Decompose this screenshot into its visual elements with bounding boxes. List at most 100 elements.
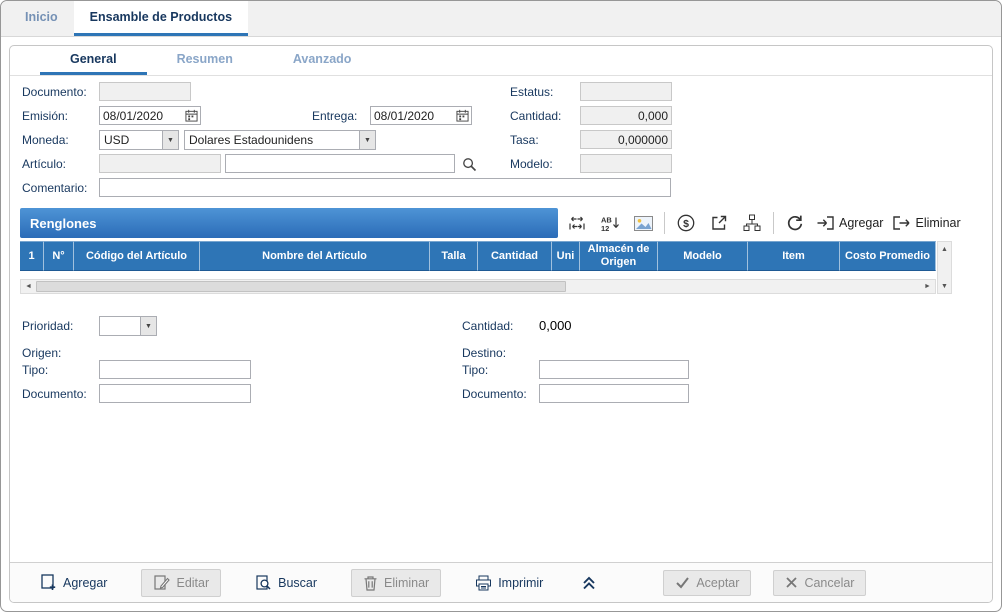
- grid-agregar-label: Agregar: [839, 216, 883, 230]
- moneda-code-select[interactable]: USD ▼: [99, 130, 179, 150]
- calendar-icon[interactable]: [183, 109, 200, 122]
- grid-eliminar-button[interactable]: Eliminar: [892, 215, 960, 231]
- tab-avanzado[interactable]: Avanzado: [263, 46, 382, 75]
- cancelar-label: Cancelar: [804, 576, 854, 590]
- refresh-icon[interactable]: [783, 211, 807, 235]
- image-icon[interactable]: [631, 211, 655, 235]
- origen-label: Origen:: [22, 346, 61, 360]
- modelo-input[interactable]: [580, 154, 672, 173]
- aceptar-button[interactable]: Aceptar: [663, 570, 751, 596]
- grid-col-talla[interactable]: Talla: [430, 241, 478, 271]
- printer-icon: [475, 575, 492, 591]
- collapse-toolbar-button[interactable]: [577, 572, 601, 594]
- comentario-input[interactable]: [99, 178, 671, 197]
- sort-ab12-icon[interactable]: AB12: [598, 211, 622, 235]
- grid-col-item[interactable]: Item: [748, 241, 840, 271]
- estatus-input[interactable]: [580, 82, 672, 101]
- scroll-down-icon[interactable]: ▼: [938, 279, 951, 293]
- export-icon[interactable]: [707, 211, 731, 235]
- app-window: Inicio Ensamble de Productos General Res…: [0, 0, 1002, 612]
- imprimir-button[interactable]: Imprimir: [463, 569, 555, 597]
- inner-tab-bar: General Resumen Avanzado: [10, 46, 992, 76]
- aceptar-label: Aceptar: [696, 576, 739, 590]
- search-document-icon: [255, 575, 272, 591]
- tab-resumen[interactable]: Resumen: [147, 46, 263, 75]
- scroll-left-icon[interactable]: ◄: [21, 280, 36, 293]
- agregar-label: Agregar: [63, 576, 107, 590]
- articulo-nombre-input[interactable]: [225, 154, 455, 173]
- calendar-icon[interactable]: [454, 109, 471, 122]
- grid-col-almacen[interactable]: Almacén de Origen: [580, 241, 658, 271]
- documento-origen-label: Documento:: [22, 387, 87, 401]
- grid-col-cantidad[interactable]: Cantidad: [478, 241, 552, 271]
- grid-header-row: 1 N° Código del Artículo Nombre del Artí…: [20, 241, 936, 271]
- articulo-codigo-input[interactable]: [99, 154, 221, 173]
- footer-toolbar: Agregar Editar Buscar Eliminar Imprimir: [10, 562, 992, 602]
- scroll-right-icon[interactable]: ►: [920, 280, 935, 293]
- svg-text:$: $: [683, 218, 689, 230]
- eliminar-button[interactable]: Eliminar: [351, 569, 441, 597]
- emision-label: Emisión:: [22, 109, 68, 123]
- grid-col-uni[interactable]: Uni: [552, 241, 580, 271]
- toolbar-separator: [773, 212, 774, 234]
- imprimir-label: Imprimir: [498, 576, 543, 590]
- grid-col-nombre[interactable]: Nombre del Artículo: [200, 241, 430, 271]
- agregar-button[interactable]: Agregar: [28, 568, 119, 597]
- documento-origen-input[interactable]: [99, 384, 251, 403]
- editar-button[interactable]: Editar: [141, 569, 221, 597]
- grid-vertical-scrollbar[interactable]: ▲ ▼: [937, 241, 952, 294]
- scroll-up-icon[interactable]: ▲: [938, 242, 951, 256]
- nav-arrows-icon[interactable]: [565, 211, 589, 235]
- hscroll-thumb[interactable]: [36, 281, 566, 292]
- cantidad-label: Cantidad:: [510, 109, 561, 123]
- bom-structure-icon[interactable]: [740, 211, 764, 235]
- cantidad-total-value: 0,000: [539, 318, 572, 333]
- moneda-name-select[interactable]: Dolares Estadounidens ▼: [184, 130, 376, 150]
- tab-ensamble-de-productos[interactable]: Ensamble de Productos: [74, 1, 248, 36]
- grid-col-numero[interactable]: N°: [44, 241, 74, 271]
- toolbar-separator: [664, 212, 665, 234]
- grid-body-empty: [20, 271, 936, 279]
- comentario-label: Comentario:: [22, 181, 87, 195]
- chevron-down-icon: ▼: [162, 131, 178, 149]
- renglones-header: Renglones: [20, 208, 558, 238]
- trash-icon: [363, 575, 378, 591]
- renglones-grid: 1 N° Código del Artículo Nombre del Artí…: [20, 241, 982, 294]
- grid-toolbar-row: Renglones AB12 $: [20, 208, 982, 238]
- check-icon: [675, 576, 690, 589]
- hscroll-track[interactable]: [566, 280, 920, 293]
- currency-icon[interactable]: $: [674, 211, 698, 235]
- search-icon[interactable]: [459, 154, 479, 174]
- articulo-label: Artículo:: [22, 157, 66, 171]
- buscar-label: Buscar: [278, 576, 317, 590]
- grid-col-codigo[interactable]: Código del Artículo: [74, 241, 200, 271]
- tab-general[interactable]: General: [40, 46, 147, 75]
- tab-inicio[interactable]: Inicio: [9, 1, 74, 36]
- tipo-destino-input[interactable]: [539, 360, 689, 379]
- modelo-label: Modelo:: [510, 157, 553, 171]
- editar-label: Editar: [176, 576, 209, 590]
- tasa-label: Tasa:: [510, 133, 539, 147]
- estatus-label: Estatus:: [510, 85, 553, 99]
- documento-destino-label: Documento:: [462, 387, 527, 401]
- chevron-down-icon: ▼: [140, 317, 156, 335]
- entrega-date-input[interactable]: 08/01/2020: [370, 106, 472, 125]
- buscar-button[interactable]: Buscar: [243, 569, 329, 597]
- cancelar-button[interactable]: Cancelar: [773, 570, 866, 596]
- emision-date-value: 08/01/2020: [100, 109, 183, 123]
- emision-date-input[interactable]: 08/01/2020: [99, 106, 201, 125]
- tasa-input[interactable]: [580, 130, 672, 149]
- documento-input[interactable]: [99, 82, 191, 101]
- cantidad-input[interactable]: [580, 106, 672, 125]
- add-document-icon: [40, 574, 57, 591]
- double-chevron-up-icon: [581, 576, 597, 590]
- grid-col-modelo[interactable]: Modelo: [658, 241, 748, 271]
- header-form: Documento: Estatus: Emisión: 08/01/2020 …: [10, 78, 992, 202]
- tipo-origen-input[interactable]: [99, 360, 251, 379]
- documento-destino-input[interactable]: [539, 384, 689, 403]
- grid-agregar-button[interactable]: Agregar: [816, 215, 883, 231]
- documento-label: Documento:: [22, 85, 87, 99]
- grid-col-costo[interactable]: Costo Promedio: [840, 241, 936, 271]
- prioridad-select[interactable]: ▼: [99, 316, 157, 336]
- grid-horizontal-scrollbar[interactable]: ◄ ►: [20, 279, 936, 294]
